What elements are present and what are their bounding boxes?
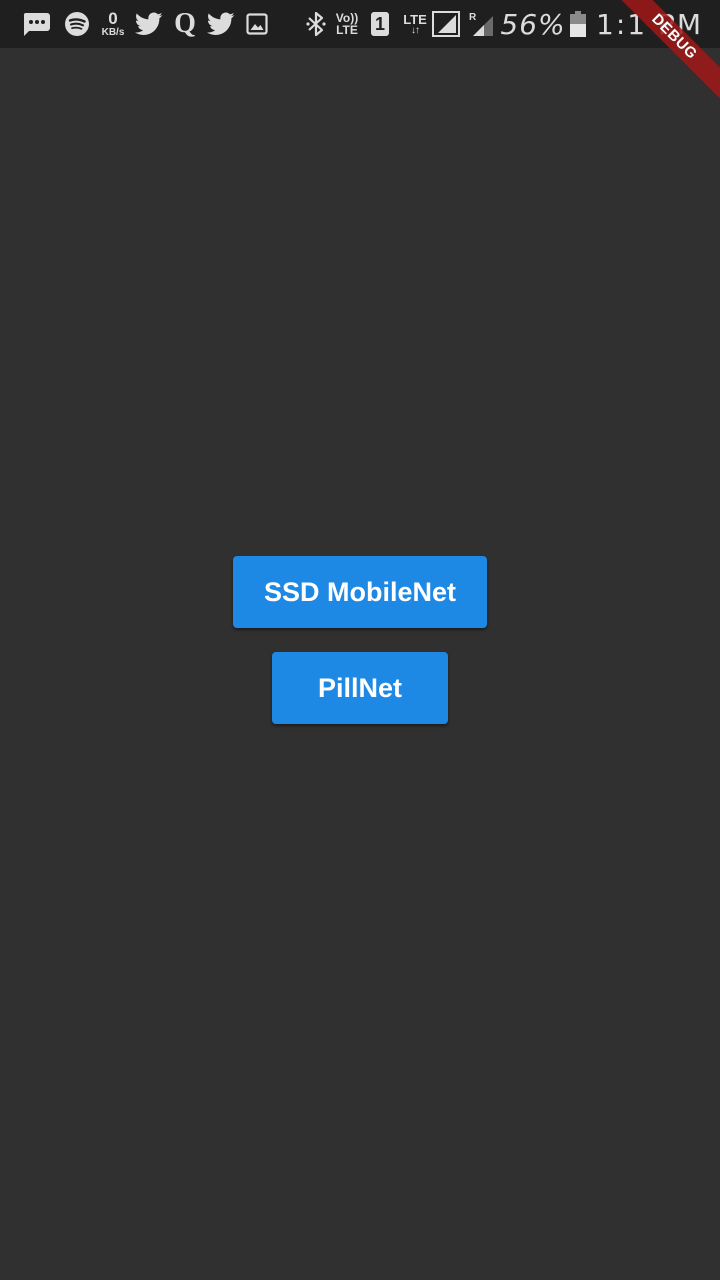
sim-slot-label: 1 [371, 12, 389, 36]
twitter-icon [134, 0, 164, 48]
network-speed-value: 0 [108, 9, 118, 28]
battery-icon [568, 0, 588, 48]
volte-icon: Vo)) LTE [333, 0, 361, 48]
spotify-icon [64, 0, 90, 48]
quora-letter: Q [174, 8, 196, 39]
lte-arrows: ↓↑ [411, 24, 420, 36]
ssd-mobilenet-button[interactable]: SSD MobileNet [233, 556, 487, 628]
lte-indicator: LTE ↓↑ [402, 0, 428, 48]
sim-icon: 1 [370, 0, 390, 48]
image-icon [245, 0, 269, 48]
app-screen: 0 KB/s Q Vo)) LTE 1 LTE ↓↑ R 56% 1:1 PM … [0, 0, 720, 1280]
network-speed-unit: KB/s [101, 27, 125, 38]
network-speed: 0 KB/s [97, 0, 129, 48]
clock-time: 1:1 PM [596, 7, 704, 41]
lte-label: LTE [403, 11, 427, 27]
roaming-label: R [469, 12, 477, 23]
quora-icon: Q [170, 0, 200, 48]
battery-percent-label: 56% [500, 7, 566, 41]
volte-bottom-label: LTE [336, 23, 358, 37]
roaming-signal-icon: R [467, 0, 495, 48]
bluetooth-icon [304, 0, 328, 48]
pillnet-button[interactable]: PillNet [272, 652, 448, 724]
messages-icon [20, 0, 52, 48]
lte-signal-icon [432, 0, 460, 48]
battery-percent: 56% [500, 0, 566, 48]
status-bar: 0 KB/s Q Vo)) LTE 1 LTE ↓↑ R 56% 1:1 PM [0, 0, 720, 48]
twitter-icon [206, 0, 236, 48]
clock: 1:1 PM [596, 0, 706, 48]
